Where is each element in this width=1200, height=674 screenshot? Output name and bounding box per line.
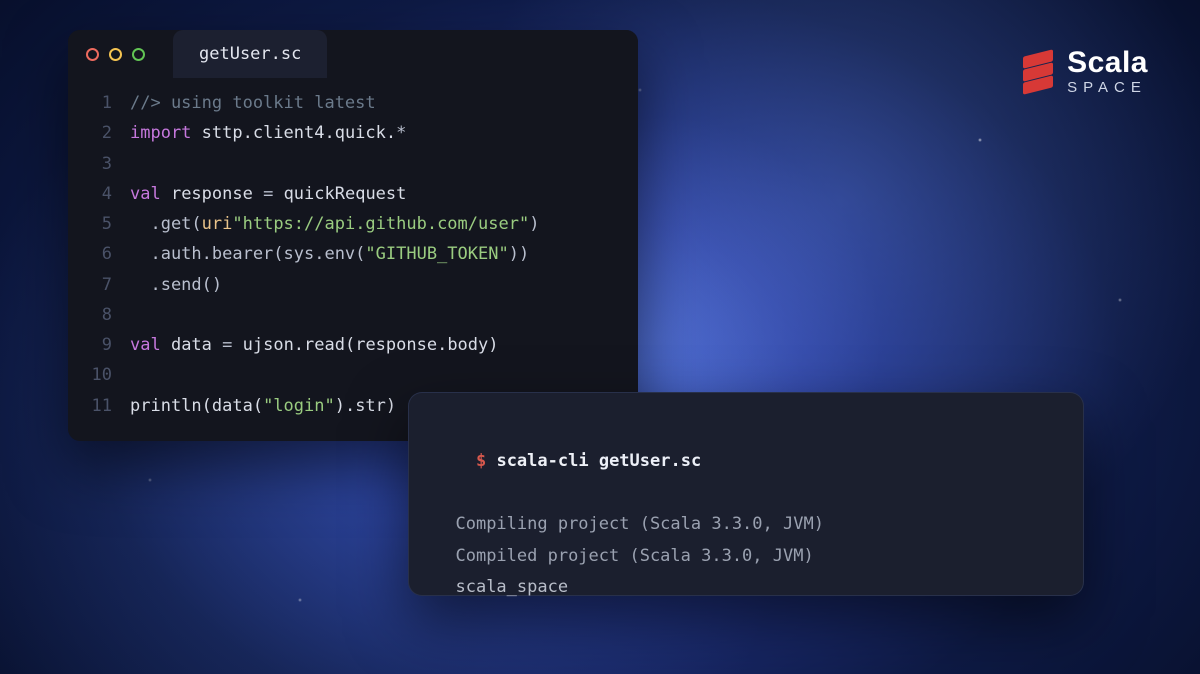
code-content bbox=[130, 149, 140, 179]
code-area[interactable]: 1 //> using toolkit latest 2 import sttp.cl… bbox=[68, 78, 638, 427]
editor-tab[interactable]: getUser.sc bbox=[173, 30, 327, 78]
code-line: 6 .auth.bearer(sys.env("GITHUB_TOKEN")) bbox=[82, 239, 620, 269]
code-line: 1 //> using toolkit latest bbox=[82, 88, 620, 118]
close-icon[interactable] bbox=[86, 48, 99, 61]
code-content: .send() bbox=[130, 270, 222, 300]
editor-titlebar: getUser.sc bbox=[68, 30, 638, 78]
editor-tab-label: getUser.sc bbox=[199, 44, 301, 64]
code-content: .get(uri"https://api.github.com/user") bbox=[130, 209, 539, 239]
line-number: 3 bbox=[82, 149, 112, 179]
code-content: .auth.bearer(sys.env("GITHUB_TOKEN")) bbox=[130, 239, 529, 269]
terminal-command-line: $ scala-cli getUser.sc bbox=[435, 415, 1057, 509]
code-content: import sttp.client4.quick.* bbox=[130, 118, 406, 148]
minimize-icon[interactable] bbox=[109, 48, 122, 61]
code-content bbox=[130, 360, 140, 390]
terminal-output-line: scala_space bbox=[435, 572, 1057, 603]
code-line: 3 bbox=[82, 149, 620, 179]
code-line: 10 bbox=[82, 360, 620, 390]
terminal-window[interactable]: $ scala-cli getUser.sc Compiling project… bbox=[408, 392, 1084, 596]
code-line: 8 bbox=[82, 300, 620, 330]
code-line: 2 import sttp.client4.quick.* bbox=[82, 118, 620, 148]
code-content bbox=[130, 300, 140, 330]
line-number: 10 bbox=[82, 360, 112, 390]
code-line: 5 .get(uri"https://api.github.com/user") bbox=[82, 209, 620, 239]
line-number: 8 bbox=[82, 300, 112, 330]
code-content: val data = ujson.read(response.body) bbox=[130, 330, 499, 360]
zoom-icon[interactable] bbox=[132, 48, 145, 61]
terminal-arg: getUser.sc bbox=[599, 451, 701, 471]
code-line: 9 val data = ujson.read(response.body) bbox=[82, 330, 620, 360]
logo-title: Scala bbox=[1067, 48, 1148, 78]
line-number: 5 bbox=[82, 209, 112, 239]
code-content: val response = quickRequest bbox=[130, 179, 406, 209]
line-number: 9 bbox=[82, 330, 112, 360]
line-number: 1 bbox=[82, 88, 112, 118]
terminal-prompt: $ bbox=[476, 451, 486, 471]
line-number: 4 bbox=[82, 179, 112, 209]
scala-logo-icon bbox=[1021, 51, 1055, 93]
line-number: 11 bbox=[82, 391, 112, 421]
line-number: 2 bbox=[82, 118, 112, 148]
scala-space-logo: Scala SPACE bbox=[1021, 48, 1148, 95]
line-number: 6 bbox=[82, 239, 112, 269]
logo-text: Scala SPACE bbox=[1067, 48, 1148, 95]
terminal-command: scala-cli bbox=[496, 451, 588, 471]
terminal-output-line: Compiled project (Scala 3.3.0, JVM) bbox=[435, 541, 1057, 572]
window-controls bbox=[86, 48, 145, 61]
code-editor-window: getUser.sc 1 //> using toolkit latest 2 imp… bbox=[68, 30, 638, 441]
code-content: println(data("login").str) bbox=[130, 391, 396, 421]
code-line: 4 val response = quickRequest bbox=[82, 179, 620, 209]
line-number: 7 bbox=[82, 270, 112, 300]
code-content: //> using toolkit latest bbox=[130, 88, 376, 118]
terminal-output-line: Compiling project (Scala 3.3.0, JVM) bbox=[435, 509, 1057, 540]
code-line: 7 .send() bbox=[82, 270, 620, 300]
logo-subtitle: SPACE bbox=[1067, 80, 1148, 95]
